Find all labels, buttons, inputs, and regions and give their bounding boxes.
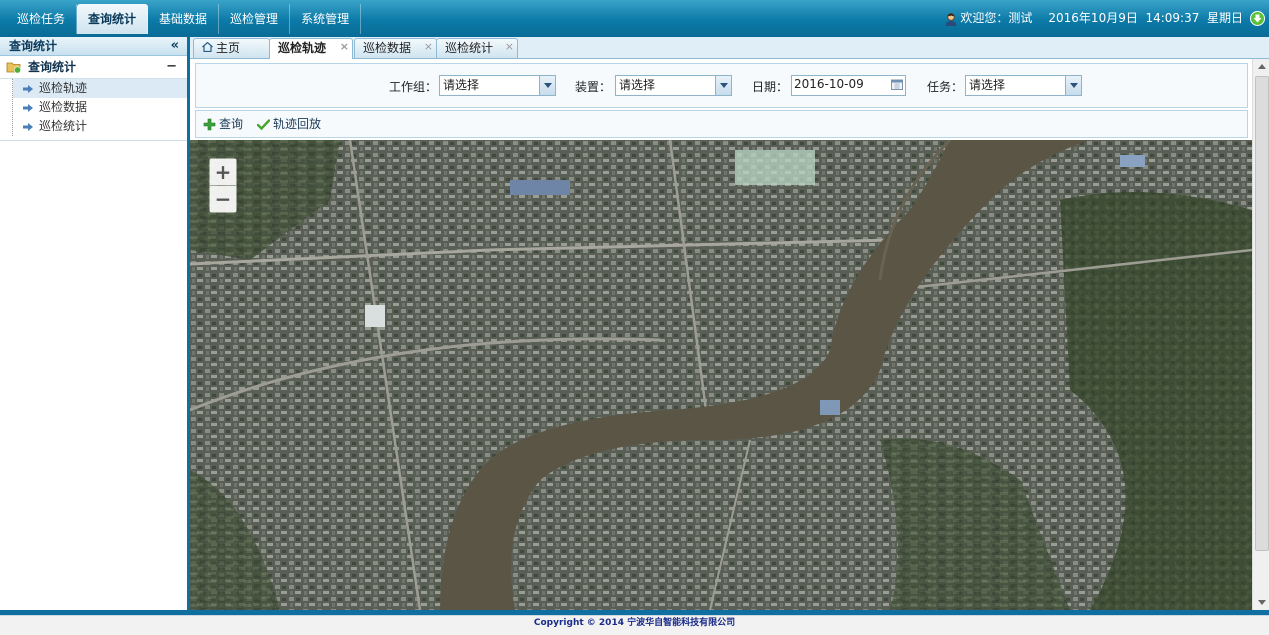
scroll-down-arrow-icon[interactable] — [1253, 595, 1269, 610]
zoom-control: + − — [209, 158, 237, 213]
sidebar-group-label: 查询统计 — [28, 60, 77, 74]
user-icon — [945, 12, 957, 26]
scroll-up-arrow-icon[interactable] — [1253, 59, 1269, 74]
sidebar-item-label: 巡检统计 — [39, 119, 88, 133]
task-label: 任务： — [927, 80, 964, 94]
nav-item-patrol-task[interactable]: 巡检任务 — [6, 4, 78, 34]
sidebar-group-header[interactable]: 查询统计 − — [0, 56, 187, 79]
track-playback-button[interactable]: 轨迹回放 — [257, 116, 321, 132]
task-value: 请选择 — [969, 78, 1006, 92]
workgroup-value: 请选择 — [443, 78, 480, 92]
scrollbar-thumb[interactable] — [1255, 76, 1269, 551]
tab-patrol-stats[interactable]: 巡检统计 × — [436, 38, 518, 58]
main-nav: 巡检任务 查询统计 基础数据 巡检管理 系统管理 — [6, 4, 362, 34]
double-chevron-left-icon[interactable]: « — [171, 37, 179, 55]
nav-item-system-manage[interactable]: 系统管理 — [290, 4, 362, 34]
close-icon[interactable]: × — [340, 37, 349, 56]
tab-label: 巡检数据 — [363, 41, 412, 55]
footer: Copyright © 2014 宁波华自智能科技有限公司 — [0, 615, 1269, 635]
chevron-down-icon[interactable] — [539, 76, 555, 95]
welcome-text: 欢迎您：测试 — [960, 11, 1033, 25]
tab-home[interactable]: 主页 — [193, 38, 270, 58]
copyright-text: Copyright © 2014 宁波华自智能科技有限公司 — [533, 618, 736, 628]
folder-refresh-icon — [6, 62, 22, 74]
chevron-down-icon[interactable] — [715, 76, 731, 95]
task-select[interactable]: 请选择 — [965, 75, 1082, 96]
nav-item-query-stats[interactable]: 查询统计 — [77, 4, 149, 34]
satellite-map[interactable]: + − — [190, 140, 1252, 610]
query-button[interactable]: 查询 — [203, 116, 243, 132]
arrow-right-icon — [23, 103, 33, 112]
header-user-info: 欢迎您：测试 2016年10月9日 14:09:37 星期日 — [944, 0, 1265, 37]
query-button-label: 查询 — [219, 117, 244, 131]
sidebar-item-label: 巡检轨迹 — [39, 81, 88, 95]
date-input[interactable]: 2016-10-09 — [791, 75, 906, 96]
device-value: 请选择 — [619, 78, 656, 92]
tab-patrol-track[interactable]: 巡检轨迹 × — [269, 38, 353, 59]
tab-label: 主页 — [216, 41, 241, 55]
close-icon[interactable]: × — [424, 37, 433, 56]
chevron-down-icon[interactable] — [1065, 76, 1081, 95]
main-content: 工作组： 请选择 装置： 请选择 日期： 2016-10-09 任务： 请选择 — [190, 59, 1252, 610]
workgroup-select[interactable]: 请选择 — [439, 75, 556, 96]
collapse-minus-icon[interactable]: − — [166, 56, 177, 78]
nav-item-base-data[interactable]: 基础数据 — [148, 4, 220, 34]
sidebar-tree: 巡检轨迹 巡检数据 巡检统计 — [12, 79, 187, 136]
checkmark-icon — [257, 118, 270, 130]
sidebar-item-patrol-stats[interactable]: 巡检统计 — [13, 117, 187, 136]
tab-label: 巡检统计 — [445, 41, 494, 55]
zoom-in-button[interactable]: + — [210, 159, 236, 185]
workgroup-label: 工作组： — [389, 80, 438, 94]
vertical-scrollbar[interactable] — [1252, 59, 1269, 610]
home-icon — [202, 42, 213, 52]
device-select[interactable]: 请选择 — [615, 75, 732, 96]
device-label: 装置： — [575, 80, 612, 94]
action-toolbar: 查询 轨迹回放 — [195, 110, 1248, 138]
tab-label: 巡检轨迹 — [278, 41, 327, 55]
plus-icon — [203, 118, 216, 130]
filter-panel: 工作组： 请选择 装置： 请选择 日期： 2016-10-09 任务： 请选择 — [195, 63, 1248, 108]
sidebar-divider — [0, 136, 187, 141]
sidebar-item-patrol-data[interactable]: 巡检数据 — [13, 98, 187, 117]
arrow-right-icon — [23, 122, 33, 131]
datetime-text: 2016年10月9日 14:09:37 星期日 — [1048, 11, 1243, 25]
sidebar-header: 查询统计 « — [0, 37, 187, 56]
top-bar: 巡检任务 查询统计 基础数据 巡检管理 系统管理 欢迎您：测试 2016年10月… — [0, 0, 1269, 38]
close-icon[interactable]: × — [505, 37, 514, 56]
date-label: 日期： — [752, 80, 789, 94]
tab-bar: 主页 巡检轨迹 × 巡检数据 × 巡检统计 × — [190, 37, 1269, 59]
sidebar-title: 查询统计 — [9, 39, 58, 53]
download-arrow-icon[interactable] — [1250, 11, 1265, 26]
sidebar-item-patrol-track[interactable]: 巡检轨迹 — [13, 79, 187, 98]
date-value: 2016-10-09 — [794, 77, 864, 91]
left-sidebar: 查询统计 « 查询统计 − 巡检轨迹 巡检数据 巡检统计 — [0, 37, 190, 610]
track-playback-label: 轨迹回放 — [273, 117, 322, 131]
arrow-right-icon — [23, 84, 33, 93]
satellite-imagery — [190, 140, 1252, 610]
tab-patrol-data[interactable]: 巡检数据 × — [354, 38, 437, 58]
nav-item-patrol-manage[interactable]: 巡检管理 — [219, 4, 291, 34]
calendar-icon[interactable] — [891, 79, 903, 90]
zoom-out-button[interactable]: − — [210, 186, 236, 212]
sidebar-item-label: 巡检数据 — [39, 100, 88, 114]
